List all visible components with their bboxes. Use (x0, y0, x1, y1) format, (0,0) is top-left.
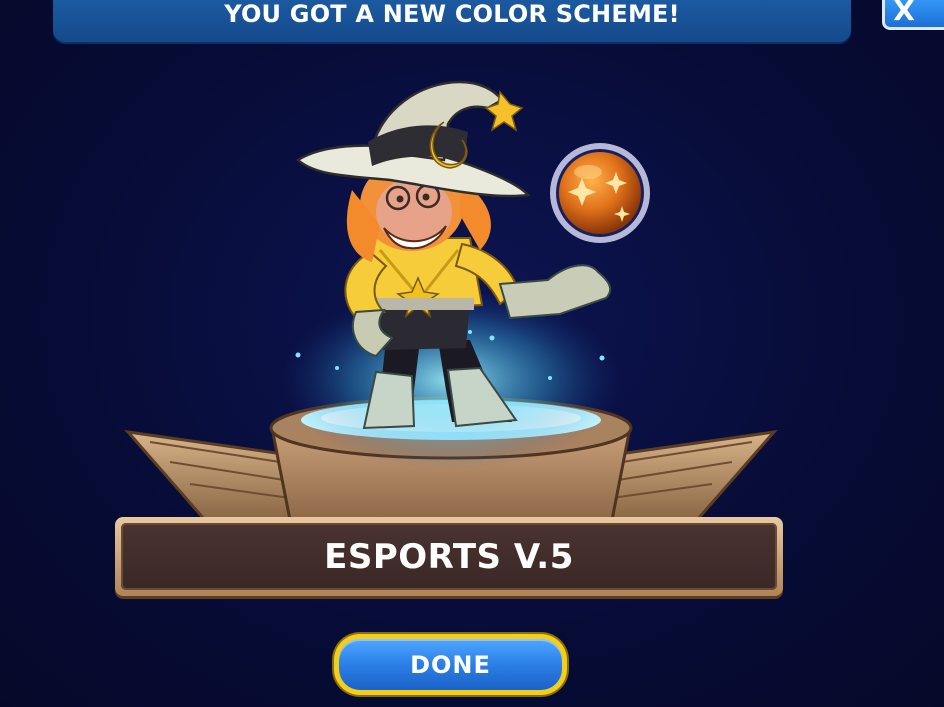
color-scheme-nameplate: ESPORTS V.5 (115, 517, 783, 596)
done-button-label: DONE (410, 650, 491, 679)
done-button[interactable]: DONE (334, 634, 567, 695)
nameplate-inner: ESPORTS V.5 (121, 523, 777, 590)
fire-orb-icon (550, 143, 650, 243)
close-icon: X (893, 0, 915, 27)
reward-screen: YOU GOT A NEW COLOR SCHEME! X ESPORTS V.… (0, 0, 944, 707)
reward-scene (124, 80, 778, 522)
color-scheme-name: ESPORTS V.5 (324, 536, 574, 577)
done-button-face[interactable]: DONE (339, 639, 562, 690)
reward-banner: YOU GOT A NEW COLOR SCHEME! (53, 0, 851, 42)
banner-title: YOU GOT A NEW COLOR SCHEME! (224, 0, 680, 28)
close-button[interactable]: X (882, 0, 944, 30)
